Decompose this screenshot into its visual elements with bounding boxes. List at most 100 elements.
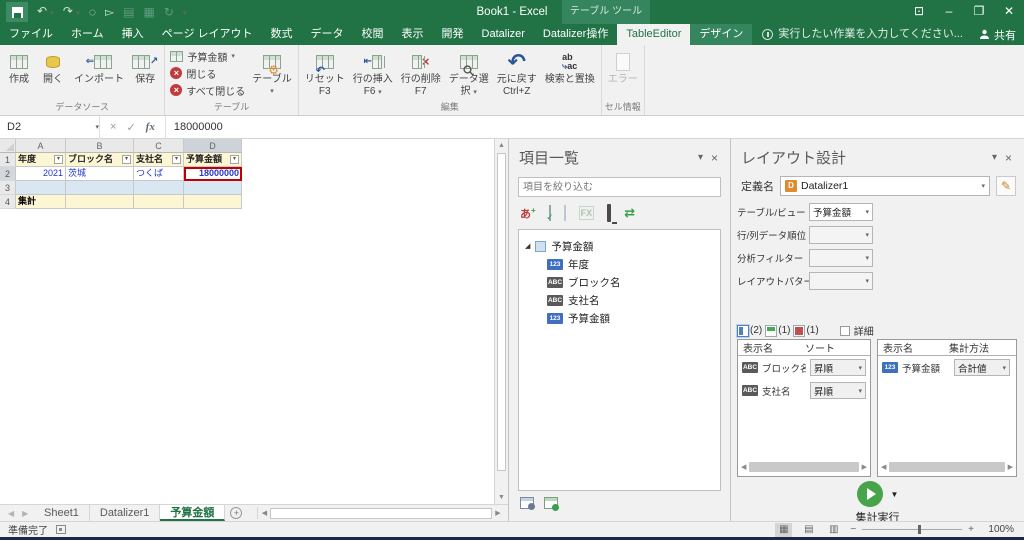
scrollbar-thumb[interactable] bbox=[270, 508, 492, 519]
column-header-d[interactable]: D bbox=[184, 139, 242, 153]
tab-view[interactable]: 表示 bbox=[393, 24, 433, 45]
definition-select[interactable]: D Datalizer1 ▾ bbox=[780, 176, 990, 196]
list-item-branch[interactable]: ABC 支社名 昇順 ▾ bbox=[738, 379, 870, 402]
cancel-icon[interactable]: × bbox=[110, 121, 116, 133]
value-area-tab-icon[interactable] bbox=[793, 325, 805, 337]
scroll-left-icon[interactable]: ◀ bbox=[258, 509, 270, 517]
aggregation-select-budget[interactable]: 合計値 ▾ bbox=[954, 359, 1010, 376]
restore-button[interactable]: ❐ bbox=[964, 0, 994, 24]
scrollbar-thumb[interactable] bbox=[749, 462, 858, 472]
cell-d1[interactable]: 予算金額▾ bbox=[184, 153, 242, 167]
tree-root-budget[interactable]: ◢ 予算金額 bbox=[525, 237, 714, 255]
tab-tableeditor[interactable]: TableEditor bbox=[617, 24, 690, 45]
scroll-right-icon[interactable]: ▶ bbox=[1008, 463, 1013, 471]
column-header-c[interactable]: C bbox=[134, 139, 184, 153]
zoom-level[interactable]: 100% bbox=[982, 524, 1014, 535]
table-menu-button[interactable]: ⚙ テーブル ▾ bbox=[248, 46, 295, 98]
tree-expand-icon[interactable]: ◢ bbox=[525, 242, 530, 250]
tree-item-budget[interactable]: 123 予算金額 bbox=[525, 309, 714, 327]
sheet-nav-right-icon[interactable]: ▶ bbox=[22, 509, 28, 518]
tree-item-branch[interactable]: ABC 支社名 bbox=[525, 291, 714, 309]
budget-table-menu-button[interactable]: 予算金額▾ bbox=[170, 48, 245, 64]
detail-checkbox[interactable] bbox=[840, 326, 850, 336]
cell-b2[interactable]: 茨城 bbox=[66, 167, 134, 181]
row-col-order-select[interactable]: ▾ bbox=[809, 226, 873, 244]
tab-design[interactable]: デザイン bbox=[690, 24, 752, 45]
share-button[interactable]: 共有 bbox=[979, 24, 1016, 45]
column-area-tab-icon[interactable] bbox=[765, 325, 777, 337]
scroll-up-icon[interactable]: ▲ bbox=[495, 139, 508, 152]
scrollbar-thumb[interactable] bbox=[889, 462, 1004, 472]
panel-close-icon[interactable]: × bbox=[1001, 151, 1016, 165]
minimize-button[interactable]: – bbox=[934, 0, 964, 24]
cell-d2-selected[interactable]: 18000000 bbox=[184, 167, 242, 181]
row-area-tab-icon[interactable] bbox=[737, 325, 749, 337]
search-replace-button[interactable]: ab⤷ac 検索と置換 bbox=[541, 46, 599, 86]
close-all-tables-button[interactable]: × すべて閉じる bbox=[170, 82, 245, 98]
tab-developer[interactable]: 開発 bbox=[433, 24, 473, 45]
scroll-right-icon[interactable]: ▶ bbox=[862, 463, 867, 471]
worksheet[interactable]: A B C D 1 年度▾ ブロック名▾ 支社名▾ 予算金額▾ 2 2021 茨… bbox=[0, 139, 494, 504]
insert-function-icon[interactable]: fx bbox=[146, 121, 155, 133]
formula-input[interactable]: 18000000 bbox=[166, 121, 223, 133]
tree-item-block[interactable]: ABC ブロック名 bbox=[525, 273, 714, 291]
create-button[interactable]: 作成 bbox=[2, 46, 36, 86]
refresh-icon[interactable]: ⇄ bbox=[624, 206, 635, 220]
list-horizontal-scrollbar[interactable]: ◀▶ bbox=[881, 461, 1013, 473]
open-button[interactable]: 開く bbox=[36, 46, 70, 86]
scroll-left-icon[interactable]: ◀ bbox=[881, 463, 886, 471]
scrollbar-thumb[interactable] bbox=[497, 153, 506, 471]
insert-row-button[interactable]: ⇤ 行の挿入 F6 ▾ bbox=[349, 46, 397, 99]
cell-c1[interactable]: 支社名▾ bbox=[134, 153, 184, 167]
execute-play-button[interactable] bbox=[857, 481, 883, 507]
scroll-down-icon[interactable]: ▼ bbox=[495, 491, 508, 504]
sheet-tab-budget[interactable]: 予算金額 bbox=[160, 505, 225, 521]
cell-b1[interactable]: ブロック名▾ bbox=[66, 153, 134, 167]
sheet-nav-left-icon[interactable]: ◀ bbox=[8, 509, 14, 518]
page-break-view-icon[interactable]: ▥ bbox=[825, 523, 842, 537]
cell-d3[interactable] bbox=[184, 181, 242, 195]
sort-select-block[interactable]: 昇順 ▾ bbox=[810, 359, 866, 376]
cell-a1[interactable]: 年度▾ bbox=[16, 153, 66, 167]
sheet-tab-datalizer1[interactable]: Datalizer1 bbox=[90, 505, 161, 521]
chevron-down-icon[interactable]: ▼ bbox=[891, 490, 899, 499]
sort-items-icon[interactable]: あ+ bbox=[520, 204, 536, 222]
filter-icon[interactable]: ▾ bbox=[172, 155, 181, 164]
list-horizontal-scrollbar[interactable]: ◀▶ bbox=[741, 461, 867, 473]
tree-checkbox[interactable] bbox=[535, 241, 546, 252]
layout-pattern-select[interactable]: ▾ bbox=[809, 272, 873, 290]
table-settings-icon[interactable] bbox=[520, 497, 534, 509]
table-sync-icon[interactable] bbox=[544, 497, 558, 509]
filter-icon[interactable]: ▾ bbox=[122, 155, 131, 164]
tab-file[interactable]: ファイル bbox=[0, 24, 62, 45]
tab-datalizer[interactable]: Datalizer bbox=[473, 24, 534, 45]
zoom-slider[interactable]: − + bbox=[850, 524, 974, 535]
new-sheet-button[interactable]: + bbox=[225, 505, 247, 521]
tell-me-box[interactable]: 実行したい作業を入力してください... bbox=[752, 24, 963, 45]
item-tree[interactable]: ◢ 予算金額 123 年度 ABC ブロック名 ABC 支社名 123 予算金額 bbox=[518, 229, 721, 491]
row-header-3[interactable]: 3 bbox=[0, 181, 16, 195]
tab-datalizer-ops[interactable]: Datalizer操作 bbox=[534, 24, 617, 45]
delete-row-button[interactable]: × 行の削除F7 bbox=[397, 46, 445, 98]
enter-check-icon[interactable]: ✓ bbox=[126, 121, 135, 134]
import-button[interactable]: ⇐ インポート bbox=[70, 46, 128, 86]
monitor-icon[interactable] bbox=[607, 204, 611, 222]
item-search-box[interactable] bbox=[518, 177, 721, 197]
tab-review[interactable]: 校閲 bbox=[353, 24, 393, 45]
select-data-button[interactable]: データ選 択 ▾ bbox=[445, 46, 493, 99]
check-document-icon[interactable] bbox=[549, 205, 551, 221]
filter-icon[interactable]: ▾ bbox=[54, 155, 63, 164]
tree-item-year[interactable]: 123 年度 bbox=[525, 255, 714, 273]
tab-formulas[interactable]: 数式 bbox=[262, 24, 302, 45]
worksheet-horizontal-scrollbar[interactable]: ◀ ▶ bbox=[257, 507, 504, 519]
row-header-2[interactable]: 2 bbox=[0, 167, 16, 181]
filter-icon[interactable]: ▾ bbox=[230, 155, 239, 164]
close-button[interactable]: ✕ bbox=[994, 0, 1024, 24]
column-header-b[interactable]: B bbox=[66, 139, 134, 153]
macro-record-icon[interactable] bbox=[56, 525, 66, 534]
zoom-in-icon[interactable]: + bbox=[968, 524, 974, 535]
panel-menu-icon[interactable]: ▾ bbox=[988, 152, 1001, 163]
cell-a2[interactable]: 2021 bbox=[16, 167, 66, 181]
cell-c3[interactable] bbox=[134, 181, 184, 195]
list-item-budget[interactable]: 123 予算金額 合計値 ▾ bbox=[878, 356, 1016, 379]
